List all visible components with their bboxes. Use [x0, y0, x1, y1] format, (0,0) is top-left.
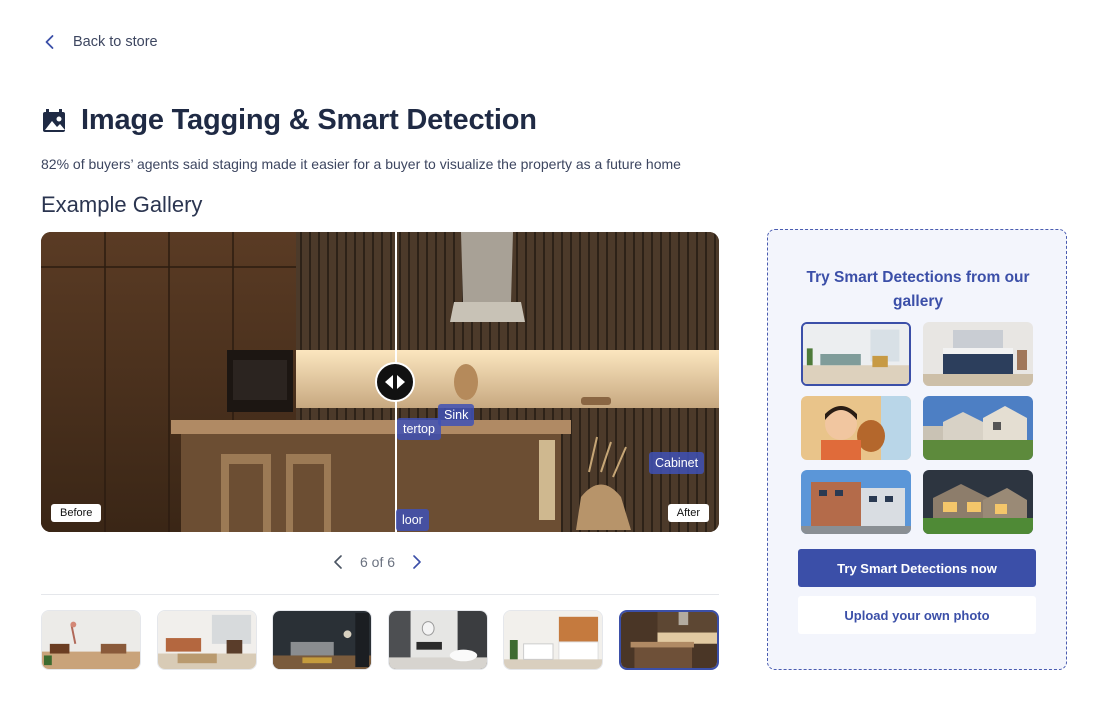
thumbnail-separator [41, 594, 719, 595]
sample-bedroom[interactable] [923, 322, 1033, 386]
sample-house-evening[interactable] [923, 470, 1033, 534]
sample-townhouses[interactable] [923, 396, 1033, 460]
chevron-right-icon [413, 555, 421, 569]
comparison-slider-handle[interactable] [375, 362, 415, 402]
left-right-arrows-icon [385, 375, 405, 389]
living-room-white-image [42, 611, 140, 669]
page-title: Image Tagging & Smart Detection [81, 104, 537, 136]
thumbnail-living-room-loft[interactable] [156, 610, 257, 670]
try-smart-detections-button[interactable]: Try Smart Detections now [798, 549, 1036, 587]
sample-child-with-dog[interactable] [801, 396, 911, 460]
back-to-store-label: Back to store [73, 34, 158, 50]
page-header: Image Tagging & Smart Detection [41, 104, 537, 137]
sample-apartment-building[interactable] [801, 470, 911, 534]
living-room-loft-image [157, 611, 256, 669]
sample-image-grid [801, 322, 1034, 534]
smart-detection-panel: Try Smart Detections from our gallery Tr… [767, 229, 1067, 670]
thumbnail-living-room-dark[interactable] [272, 610, 373, 670]
before-label: Before [51, 504, 102, 522]
townhouses-image [923, 396, 1033, 460]
detection-tag-sink[interactable]: Sink [438, 404, 475, 426]
upload-photo-button[interactable]: Upload your own photo [798, 596, 1036, 634]
kitchen-wood-image [620, 612, 717, 668]
detection-tag-cabinet[interactable]: Cabinet [649, 452, 705, 474]
gallery-heading: Example Gallery [41, 192, 203, 217]
thumbnail-bathroom[interactable] [387, 610, 488, 670]
chevron-left-icon [45, 35, 54, 49]
before-after-viewer[interactable]: tertop Sink Cabinet loor Before After [41, 232, 719, 532]
chevron-left-icon [334, 555, 342, 569]
bedroom-image [923, 322, 1033, 386]
gallery-pager: 6 of 6 [330, 553, 425, 571]
thumbnail-kitchen-wood[interactable] [618, 610, 719, 670]
next-button[interactable] [409, 553, 425, 571]
thumbnail-kitchen-white[interactable] [503, 610, 604, 670]
panel-heading: Try Smart Detections from our gallery [806, 269, 1030, 310]
living-room-dark-image [273, 611, 372, 669]
page-subtitle: 82% of buyers’ agents said staging made … [41, 156, 681, 172]
back-to-store-link[interactable]: Back to store [41, 33, 158, 51]
previous-button[interactable] [330, 553, 346, 571]
bathroom-image [388, 611, 487, 669]
apartment-building-image [801, 470, 911, 534]
sample-living-room[interactable] [801, 322, 911, 386]
detection-tag-countertop[interactable]: tertop [397, 418, 441, 440]
kitchen-white-image [504, 611, 603, 669]
after-label: After [667, 504, 709, 522]
living-room-image [803, 324, 909, 384]
page-indicator: 6 of 6 [360, 554, 396, 570]
house-evening-image [923, 470, 1033, 534]
detection-tag-floor[interactable]: loor [396, 509, 429, 531]
thumbnail-strip [41, 610, 719, 670]
image-tag-icon [43, 108, 65, 132]
child-with-dog-image [801, 396, 911, 460]
thumbnail-living-room-white[interactable] [41, 610, 141, 670]
